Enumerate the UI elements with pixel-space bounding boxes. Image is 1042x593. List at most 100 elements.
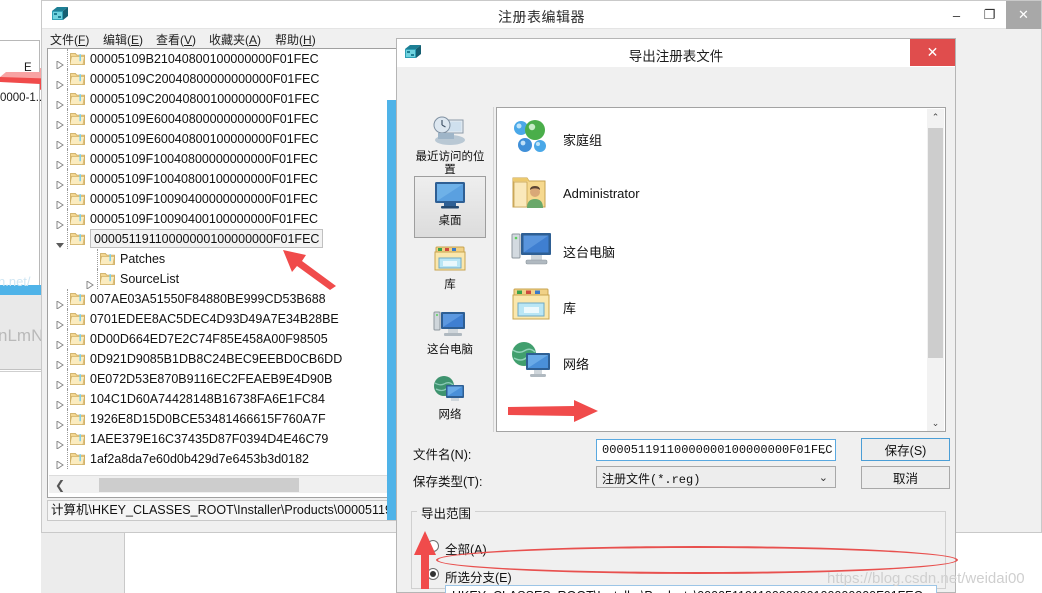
chevron-collapsed-icon[interactable]	[56, 135, 64, 150]
chevron-collapsed-icon[interactable]	[56, 295, 64, 310]
tree-node[interactable]: 00005109E60040800100000000F01FEC	[48, 129, 398, 150]
tree-guideline	[67, 389, 68, 409]
tree-horizontal-scrollbar[interactable]: ❮ ❯	[49, 475, 398, 493]
chevron-down-icon[interactable]: ⌄	[819, 444, 828, 457]
tree-node-label: 1AEE379E16C37435D87F0394D4E46C79	[90, 432, 329, 446]
folder-icon	[69, 132, 85, 146]
chevron-collapsed-icon[interactable]	[56, 315, 64, 330]
chevron-collapsed-icon[interactable]	[56, 215, 64, 230]
tree-node[interactable]: 0E072D53E870B9116EC2FEAEB9E4D90B	[48, 369, 398, 390]
tree-node[interactable]: 00005109F10040800000000000F01FEC	[48, 149, 398, 170]
menu-edit[interactable]: 编辑(E)	[103, 31, 143, 48]
tree-node-label: 00005109C20040800000000000F01FEC	[90, 72, 320, 86]
chevron-collapsed-icon[interactable]	[56, 175, 64, 190]
tree-node-label: 00005109E60040800000000000F01FEC	[90, 112, 319, 126]
place-label: 桌面	[438, 215, 462, 227]
scroll-left-icon[interactable]: ❮	[52, 477, 68, 493]
file-item-this-pc[interactable]: 这台电脑	[505, 226, 805, 278]
file-list-scrollbar[interactable]: ⌃ ⌄	[927, 109, 944, 431]
tree-guideline	[67, 149, 68, 169]
tree-node[interactable]: 00005109F10040800100000000F01FEC	[48, 169, 398, 190]
chevron-expanded-icon[interactable]	[56, 235, 64, 248]
tree-node[interactable]: 007AE03A51550F84880BE999CD53B688	[48, 289, 398, 310]
chevron-collapsed-icon[interactable]	[56, 335, 64, 350]
chevron-collapsed-icon[interactable]	[56, 395, 64, 410]
menu-view[interactable]: 查看(V)	[156, 31, 196, 48]
tree-node[interactable]: 00005109B21040800100000000F01FEC	[48, 49, 398, 70]
place-this-pc[interactable]: 这台电脑	[414, 306, 486, 368]
chevron-collapsed-icon[interactable]	[56, 455, 64, 470]
file-item-libraries[interactable]: 库	[505, 282, 805, 334]
place-desktop[interactable]: 桌面	[414, 176, 486, 238]
tree-node[interactable]: SourceList	[48, 269, 398, 290]
minimize-button[interactable]: –	[940, 1, 973, 29]
file-item-administrator[interactable]: Administrator	[505, 170, 805, 222]
cancel-button[interactable]: 取消	[861, 466, 950, 489]
tree-node[interactable]: 0701EDEE8AC5DEC4D93D49A7E34B28BE	[48, 309, 398, 330]
chevron-collapsed-icon[interactable]	[56, 95, 64, 110]
chevron-collapsed-icon[interactable]	[56, 115, 64, 130]
chevron-collapsed-icon[interactable]	[56, 55, 64, 70]
file-name-input[interactable]: 00005119110000000100000000F01FEC ⌄	[596, 439, 836, 461]
background-lower-white	[124, 533, 400, 593]
chevron-collapsed-icon[interactable]	[56, 155, 64, 170]
chevron-collapsed-icon[interactable]	[56, 415, 64, 430]
chevron-collapsed-icon[interactable]	[56, 75, 64, 90]
tree-node[interactable]: 00005109C20040800000000000F01FEC	[48, 69, 398, 90]
tree-guideline	[67, 129, 68, 149]
tree-node[interactable]: 0D921D9085B1DB8C24BEC9EEBD0CB6DD	[48, 349, 398, 370]
folder-icon	[69, 192, 85, 206]
file-type-select[interactable]: 注册文件(*.reg) ⌄	[596, 466, 836, 488]
close-button[interactable]: ✕	[1006, 1, 1041, 29]
homegroup-icon	[509, 116, 555, 163]
tree-node[interactable]: 1AEE379E16C37435D87F0394D4E46C79	[48, 429, 398, 450]
folder-icon	[69, 72, 85, 86]
scroll-up-icon[interactable]: ⌃	[927, 109, 944, 126]
chevron-down-icon[interactable]: ⌄	[819, 471, 828, 484]
network-icon	[414, 374, 486, 407]
tree-guideline	[67, 189, 68, 209]
chevron-collapsed-icon[interactable]	[56, 195, 64, 210]
tree-node[interactable]: 00005109F10090400000000000F01FEC	[48, 189, 398, 210]
tree-node-label: 0E072D53E870B9116EC2FEAEB9E4D90B	[90, 372, 333, 386]
place-label: 库	[444, 279, 456, 291]
tree-node[interactable]: 00005109F10090400100000000F01FEC	[48, 209, 398, 230]
chevron-collapsed-icon[interactable]	[56, 435, 64, 450]
file-item-homegroup[interactable]: 家庭组	[505, 114, 805, 166]
tree-node[interactable]: 0D00D664ED7E2C74F85E458A00F98505	[48, 329, 398, 350]
place-recent[interactable]: 最近访问的位置	[414, 111, 486, 176]
folder-icon	[69, 372, 85, 386]
scroll-thumb[interactable]	[928, 128, 943, 358]
file-item-network[interactable]: 网络	[505, 338, 805, 390]
file-list[interactable]: 家庭组 Administrator 这台电脑 库 网络 ⌃ ⌄	[496, 107, 946, 432]
annotation-arrow-tree-node	[283, 250, 336, 290]
save-button[interactable]: 保存(S)	[861, 438, 950, 461]
tree-node[interactable]: 00005109E60040800000000000F01FEC	[48, 109, 398, 130]
tree-guideline	[67, 369, 68, 389]
maximize-button[interactable]: ❐	[973, 1, 1006, 29]
registry-tree[interactable]: 00005109B21040800100000000F01FEC 00005109…	[47, 48, 399, 498]
place-libraries[interactable]: 库	[414, 241, 486, 303]
tree-node[interactable]: 1926E8D15D0BCE53481466615F760A7F	[48, 409, 398, 430]
dialog-close-button[interactable]: ✕	[910, 39, 955, 66]
menu-favorites[interactable]: 收藏夹(A)	[209, 31, 261, 48]
folder-icon	[69, 172, 85, 186]
chevron-collapsed-icon[interactable]	[86, 275, 94, 290]
tree-node[interactable]: 1af2a8da7e60d0b429d7e6453b3d0182	[48, 449, 398, 470]
tree-node[interactable]: 104C1D60A74428148B16738FA6E1FC84	[48, 389, 398, 410]
chevron-collapsed-icon[interactable]	[56, 375, 64, 390]
tree-node[interactable]: 00005119110000000100000000F01FEC	[48, 229, 398, 249]
chevron-collapsed-icon[interactable]	[56, 355, 64, 370]
tree-node[interactable]: Patches	[48, 249, 398, 269]
tree-node[interactable]: 00005109C20040800100000000F01FEC	[48, 89, 398, 110]
scroll-down-icon[interactable]: ⌄	[927, 415, 944, 431]
tree-guideline	[67, 329, 68, 349]
place-network[interactable]: 网络	[414, 371, 486, 433]
menu-help[interactable]: 帮助(H)	[275, 31, 316, 48]
background-left-watermark: n.net/	[0, 274, 31, 289]
tree-guideline	[67, 109, 68, 129]
menu-file[interactable]: 文件(F)	[50, 31, 89, 48]
file-item-label: Administrator	[563, 186, 640, 201]
tree-guideline	[67, 229, 68, 249]
scroll-thumb[interactable]	[99, 478, 299, 492]
